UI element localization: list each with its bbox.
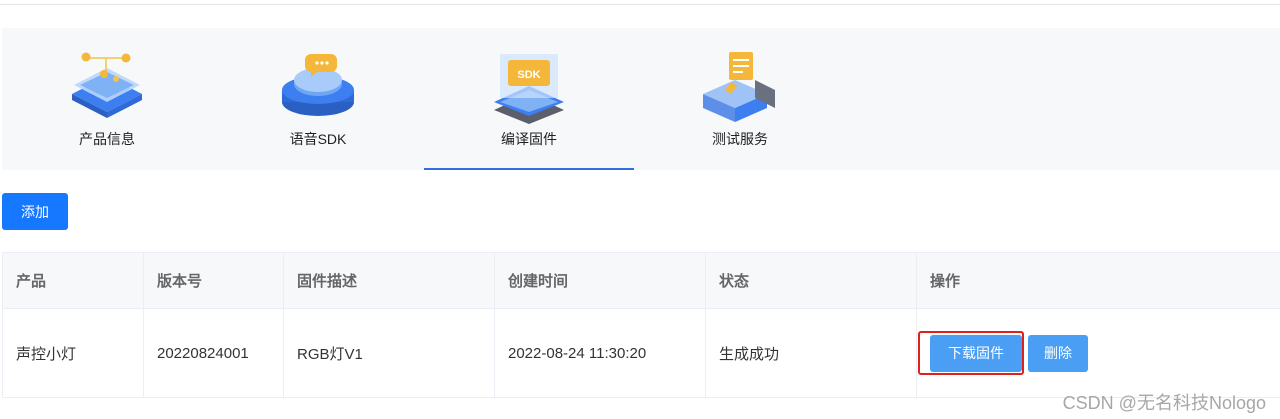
tab-label: 语音SDK: [289, 131, 347, 147]
header-actions: 操作: [930, 273, 961, 290]
cell-product: 声控小灯: [3, 309, 144, 397]
top-divider: [0, 4, 1280, 5]
tab-voice-sdk[interactable]: 语音SDK: [213, 28, 423, 170]
table-row: 声控小灯 20220824001 RGB灯V1 2022-08-24 11:30…: [3, 309, 1280, 398]
tab-product-info[interactable]: 产品信息: [2, 28, 212, 170]
header-version: 版本号: [144, 253, 284, 308]
firmware-table: 产品 版本号 固件描述 创建时间 状态 操作 声控小灯 20220824001 …: [2, 252, 1280, 398]
cell-status: 生成成功: [706, 309, 917, 397]
sdk-badge-text: SDK: [517, 69, 540, 81]
cell-description: RGB灯V1: [284, 309, 495, 397]
active-tab-indicator: [424, 168, 634, 170]
header-product: 产品: [3, 253, 144, 308]
table-header: 产品 版本号 固件描述 创建时间 状态 操作: [3, 252, 1280, 309]
page: 产品信息 语音SDK SDK 编译固件 测试服务 添加 产品 版本号 固件描述 …: [0, 0, 1280, 419]
add-button[interactable]: 添加: [2, 193, 68, 230]
tab-label: 编译固件: [501, 131, 557, 147]
header-description: 固件描述: [284, 253, 495, 308]
header-created: 创建时间: [495, 253, 706, 308]
tab-test-service[interactable]: 测试服务: [635, 28, 845, 170]
download-firmware-button[interactable]: 下载固件: [930, 334, 1022, 372]
tab-strip: 产品信息 语音SDK SDK 编译固件 测试服务: [2, 28, 1280, 170]
product-info-icon: [72, 52, 142, 118]
tab-compile-firmware[interactable]: SDK 编译固件: [424, 28, 634, 170]
test-service-icon: [703, 52, 775, 122]
tab-label: 产品信息: [79, 131, 135, 147]
delete-button[interactable]: 删除: [1028, 334, 1088, 372]
voice-sdk-icon: [282, 54, 354, 116]
header-status: 状态: [706, 253, 917, 308]
tab-label: 测试服务: [712, 131, 768, 147]
watermark: CSDN @无名科技Nologo: [1062, 393, 1266, 413]
cell-actions: 下载固件 删除: [917, 309, 1280, 397]
cell-created: 2022-08-24 11:30:20: [495, 309, 706, 397]
cell-version: 20220824001: [144, 309, 284, 397]
compile-firmware-icon: SDK: [494, 54, 564, 124]
